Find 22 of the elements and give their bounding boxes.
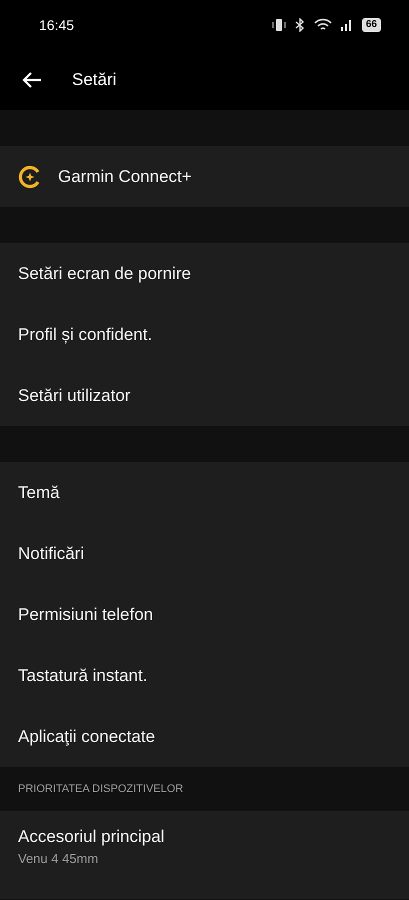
settings-item[interactable]: Garmin Connect+ bbox=[0, 146, 409, 207]
settings-item[interactable]: Accesoriul principal Venu 4 45mm bbox=[0, 811, 409, 899]
subscription-icon bbox=[18, 164, 42, 188]
back-arrow-icon[interactable] bbox=[22, 71, 42, 89]
signal-icon bbox=[340, 18, 354, 32]
status-time: 16:45 bbox=[39, 16, 74, 34]
section-header: PRIORITATEA DISPOZITIVELOR bbox=[18, 782, 184, 797]
settings-item[interactable]: Permisiuni telefon bbox=[0, 584, 409, 645]
settings-item[interactable]: Setări ecran de pornire bbox=[0, 243, 409, 304]
settings-item[interactable]: Temă bbox=[0, 462, 409, 523]
wifi-icon bbox=[314, 18, 332, 32]
settings-item[interactable]: Profil și confident. bbox=[0, 304, 409, 365]
settings-item[interactable]: Setări utilizator bbox=[0, 365, 409, 426]
settings-item[interactable]: Aplicaţii conectate bbox=[0, 706, 409, 767]
battery-indicator: 66 bbox=[362, 18, 381, 32]
item-subtitle: Venu 4 45mm bbox=[18, 850, 100, 868]
settings-item[interactable]: Notificări bbox=[0, 523, 409, 584]
item-label: Accesoriul principal bbox=[18, 826, 166, 848]
vibrate-icon bbox=[272, 18, 286, 32]
page-title: Setări bbox=[72, 69, 116, 92]
settings-item[interactable]: Tastatură instant. bbox=[0, 645, 409, 706]
bluetooth-icon bbox=[294, 18, 306, 32]
